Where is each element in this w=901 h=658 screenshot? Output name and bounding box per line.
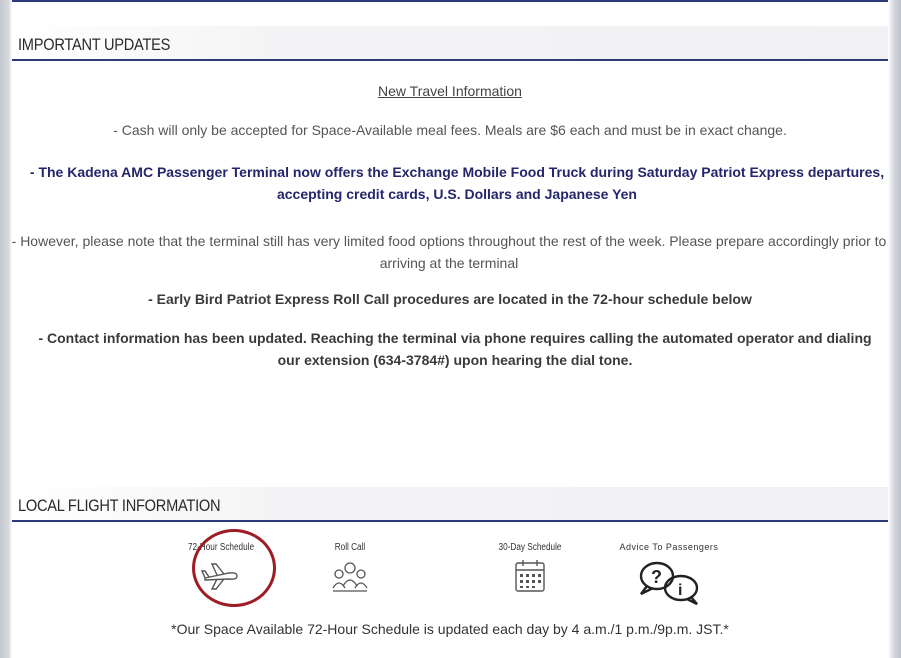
tile-label: Advice To Passengers [619,542,719,552]
people-icon [332,562,368,592]
tile-label: 30-Day Schedule [498,542,562,553]
svg-text:?: ? [651,567,662,587]
section-divider [12,520,888,522]
important-updates-header: IMPORTANT UPDATES [12,26,888,59]
section-title: IMPORTANT UPDATES [18,35,171,54]
update-item: - However, please note that the terminal… [11,233,887,271]
highlight-circle [192,529,276,607]
updates-heading[interactable]: New Travel Information [12,80,888,102]
update-item: - Early Bird Patriot Express Roll Call p… [148,291,752,307]
local-flight-information-header: LOCAL FLIGHT INFORMATION [12,487,888,520]
question-info-bubbles-icon: ? i [639,561,699,606]
calendar-icon [515,560,545,592]
update-item: - Contact information has been updated. … [38,330,872,368]
tile-label: Roll Call [334,542,366,553]
tile-roll-call[interactable]: Roll Call [300,542,400,596]
update-item: - The Kadena AMC Passenger Terminal now … [29,164,885,202]
section-divider [12,59,888,61]
section-title: LOCAL FLIGHT INFORMATION [18,496,221,515]
svg-text:i: i [678,582,682,599]
top-divider [12,0,888,2]
tile-30-day-schedule[interactable]: 30-Day Schedule [480,542,580,596]
new-travel-information-link[interactable]: New Travel Information [378,83,522,99]
update-item: - Cash will only be accepted for Space-A… [113,122,787,138]
page-content: IMPORTANT UPDATES New Travel Information… [12,0,888,658]
schedule-footnote: *Our Space Available 72-Hour Schedule is… [171,621,729,637]
tile-advice-to-passengers[interactable]: Advice To Passengers ? i [599,542,739,606]
